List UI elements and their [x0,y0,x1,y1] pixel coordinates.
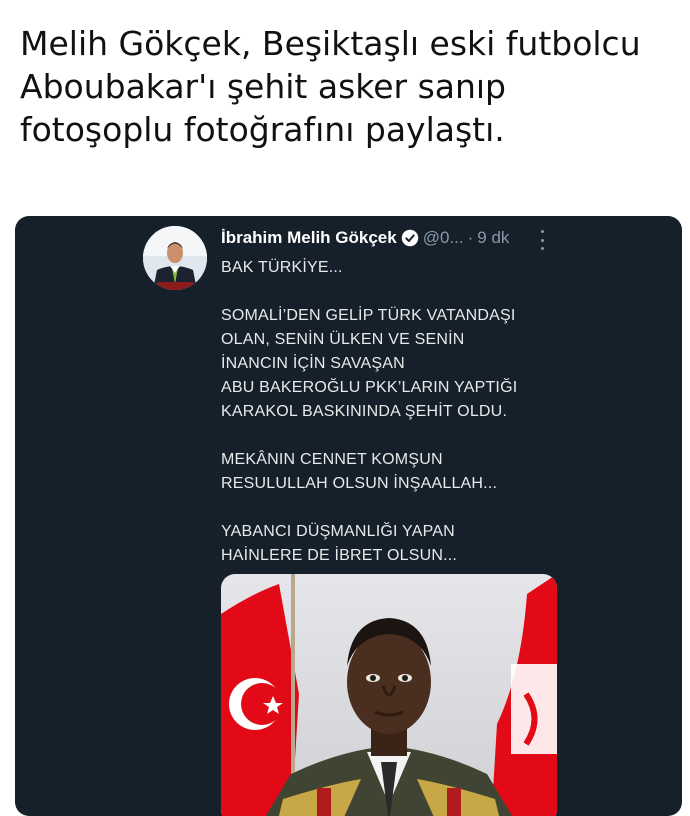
tweet-line: MEKÂNIN CENNET KOMŞUN [221,451,443,468]
tweet-line: İNANCIN İÇİN SAVAŞAN [221,355,405,372]
tweet-card[interactable]: İbrahim Melih Gökçek @0... · 9 dk BAK TÜ… [15,216,682,816]
tweet-line: BAK TÜRKİYE... [221,259,343,276]
tweet-timestamp[interactable]: 9 dk [477,228,509,248]
separator-dot: · [467,228,474,247]
headline-line: Melih Gökçek, Beşiktaşlı eski futbolcu [20,24,641,63]
author-handle[interactable]: @0... [423,228,464,248]
tweet-line: KARAKOL BASKININDA ŞEHİT OLDU. [221,403,508,420]
headline: Melih Gökçek, Beşiktaşlı eski futbolcu A… [20,22,670,151]
headline-line: Aboubakar'ı şehit asker sanıp [20,67,507,106]
profile-photo-icon [143,226,207,290]
verified-badge-icon [401,229,418,247]
tweet-line: RESULULLAH OLSUN İNŞAALLAH... [221,475,498,492]
soldier-photo-icon [221,574,557,816]
tweet-paragraph: YABANCI DÜŞMANLIĞI YAPAN HAİNLERE DE İBR… [221,520,661,568]
more-vertical-icon[interactable] [539,230,545,250]
avatar[interactable] [143,226,207,290]
tweet-header: İbrahim Melih Gökçek @0... · 9 dk [221,226,621,250]
tweet-line: HAİNLERE DE İBRET OLSUN... [221,547,458,564]
author-name[interactable]: İbrahim Melih Gökçek [221,228,397,248]
headline-line: fotoşoplu fotoğrafını paylaştı. [20,110,505,149]
tweet-line: ABU BAKEROĞLU PKK’LARIN YAPTIĞI [221,379,518,396]
tweet-line: YABANCI DÜŞMANLIĞI YAPAN [221,523,455,540]
tweet-text: BAK TÜRKİYE... SOMALİ’DEN GELİP TÜRK VAT… [221,256,661,592]
tweet-paragraph: MEKÂNIN CENNET KOMŞUN RESULULLAH OLSUN İ… [221,448,661,496]
tweet-paragraph: SOMALİ’DEN GELİP TÜRK VATANDAŞI OLAN, SE… [221,304,661,424]
tweet-line: SOMALİ’DEN GELİP TÜRK VATANDAŞI [221,307,516,324]
tweet-photo[interactable] [221,574,557,816]
tweet-paragraph: BAK TÜRKİYE... [221,256,661,280]
tweet-line: OLAN, SENİN ÜLKEN VE SENİN [221,331,465,348]
